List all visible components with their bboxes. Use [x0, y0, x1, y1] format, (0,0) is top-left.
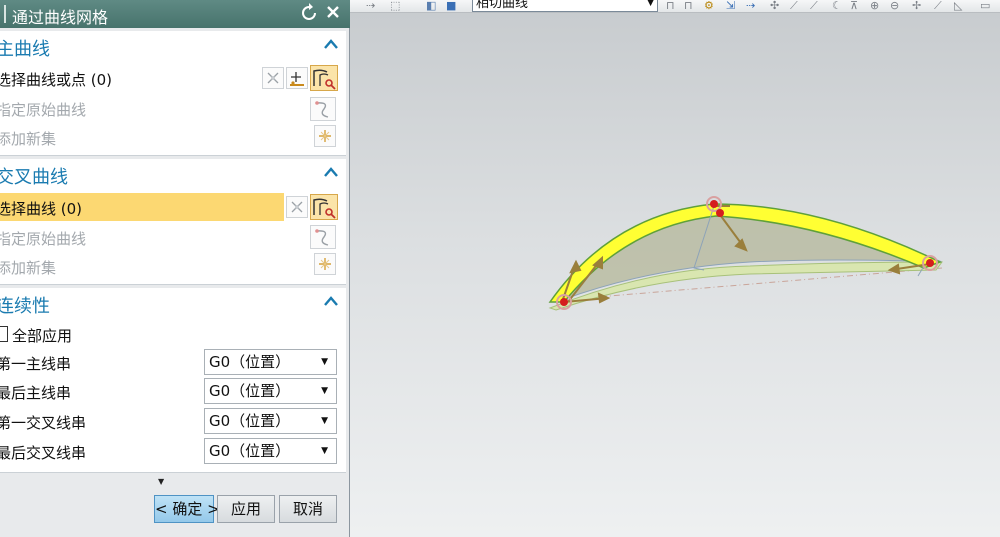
ok-button[interactable]: < 确定 > — [154, 495, 220, 523]
cross-curves-title: 交叉曲线 — [0, 167, 68, 188]
continuity-row-label: 最后主线串 — [0, 384, 72, 402]
primary-origin-label: 指定原始曲线 — [0, 101, 87, 119]
cross-curves-section: 交叉曲线 选择曲线 (0) 指定原始曲线 添加新集 — [0, 159, 346, 285]
primary-origin-row[interactable]: 指定原始曲线 — [0, 95, 346, 121]
curve-select-icon[interactable] — [310, 65, 338, 91]
apply-all-checkbox[interactable] — [0, 326, 8, 342]
dialog-panel: 通过曲线网格 主曲线 选择曲线或点 (0) 指定原始曲线 添加新集 交叉曲线 选… — [0, 0, 350, 537]
apply-all-label: 全部应用 — [12, 327, 73, 345]
continuity-header[interactable]: 连续性 — [0, 288, 346, 318]
continuity-dropdown[interactable]: G0（位置） ▼ — [204, 408, 337, 434]
primary-add-set-row[interactable]: 添加新集 — [0, 124, 346, 150]
add-set-icon[interactable] — [314, 125, 336, 147]
continuity-row-label: 最后交叉线串 — [0, 444, 87, 462]
continuity-dropdown-value: G0（位置） — [209, 412, 291, 430]
dialog-title-bar[interactable]: 通过曲线网格 — [0, 0, 350, 28]
origin-curve-icon[interactable] — [310, 97, 336, 121]
continuity-row-last-primary: 最后主线串 G0（位置） ▼ — [0, 378, 346, 404]
cross-add-set-label: 添加新集 — [0, 259, 57, 277]
continuity-row-first-primary: 第一主线串 G0（位置） ▼ — [0, 349, 346, 375]
continuity-dropdown[interactable]: G0（位置） ▼ — [204, 349, 337, 375]
cross-select-row[interactable]: 选择曲线 (0) — [0, 193, 346, 221]
curve-select-icon[interactable] — [310, 194, 338, 220]
more-options-arrow-icon[interactable]: ▼ — [158, 477, 164, 486]
dropdown-arrow-icon: ▼ — [321, 446, 328, 456]
cross-select-label: 选择曲线 (0) — [0, 200, 83, 218]
primary-select-label: 选择曲线或点 (0) — [0, 71, 113, 89]
add-set-icon[interactable] — [314, 253, 336, 275]
dropdown-arrow-icon: ▼ — [321, 386, 328, 396]
continuity-title: 连续性 — [0, 296, 50, 317]
primary-curves-title: 主曲线 — [0, 39, 50, 60]
dialog-title: 通过曲线网格 — [12, 8, 109, 27]
dropdown-arrow-icon: ▼ — [321, 416, 328, 426]
continuity-row-last-cross: 最后交叉线串 G0（位置） ▼ — [0, 438, 346, 464]
primary-add-set-label: 添加新集 — [0, 130, 57, 148]
dialog-app-icon — [0, 5, 6, 23]
collapse-chevron-icon[interactable] — [323, 37, 339, 51]
continuity-row-first-cross: 第一交叉线串 G0（位置） ▼ — [0, 408, 346, 434]
primary-curves-section: 主曲线 选择曲线或点 (0) 指定原始曲线 添加新集 — [0, 31, 346, 156]
continuity-dropdown[interactable]: G0（位置） ▼ — [204, 438, 337, 464]
apply-button[interactable]: 应用 — [217, 495, 275, 523]
continuity-section: 连续性 全部应用 第一主线串 G0（位置） ▼ 最后主线串 G0（位置） ▼ 第… — [0, 288, 346, 473]
continuity-row-label: 第一交叉线串 — [0, 414, 87, 432]
primary-select-row[interactable]: 选择曲线或点 (0) — [0, 65, 346, 91]
cross-curves-header[interactable]: 交叉曲线 — [0, 159, 346, 189]
close-icon[interactable] — [326, 3, 340, 26]
cancel-button[interactable]: 取消 — [279, 495, 337, 523]
reset-icon[interactable] — [301, 3, 317, 26]
continuity-dropdown[interactable]: G0（位置） ▼ — [204, 378, 337, 404]
collapse-chevron-icon[interactable] — [323, 165, 339, 179]
deselect-icon[interactable] — [262, 67, 284, 89]
apply-all-row[interactable]: 全部应用 — [0, 321, 346, 347]
continuity-dropdown-value: G0（位置） — [209, 353, 291, 371]
surface-model-graphic — [548, 196, 944, 311]
cross-origin-label: 指定原始曲线 — [0, 230, 87, 248]
collapse-chevron-icon[interactable] — [323, 294, 339, 308]
deselect-icon[interactable] — [286, 196, 308, 218]
continuity-dropdown-value: G0（位置） — [209, 442, 291, 460]
cross-origin-row[interactable]: 指定原始曲线 — [0, 224, 346, 250]
continuity-dropdown-value: G0（位置） — [209, 382, 291, 400]
graphics-viewport[interactable]: ⇢ ⬚ ◧ ■ 相切曲线 ▼ ⊓ ⊓ ⚙ ⇲ ⇢ ✣ ⟋ ⟋ ☾ ⊼ ⊕ ⊖ ✢… — [350, 0, 1000, 537]
origin-curve-icon[interactable] — [310, 225, 336, 249]
cross-add-set-row[interactable]: 添加新集 — [0, 253, 346, 279]
point-dialog-icon[interactable] — [286, 67, 308, 89]
continuity-row-label: 第一主线串 — [0, 355, 72, 373]
dropdown-arrow-icon: ▼ — [321, 357, 328, 367]
primary-curves-header[interactable]: 主曲线 — [0, 31, 346, 61]
